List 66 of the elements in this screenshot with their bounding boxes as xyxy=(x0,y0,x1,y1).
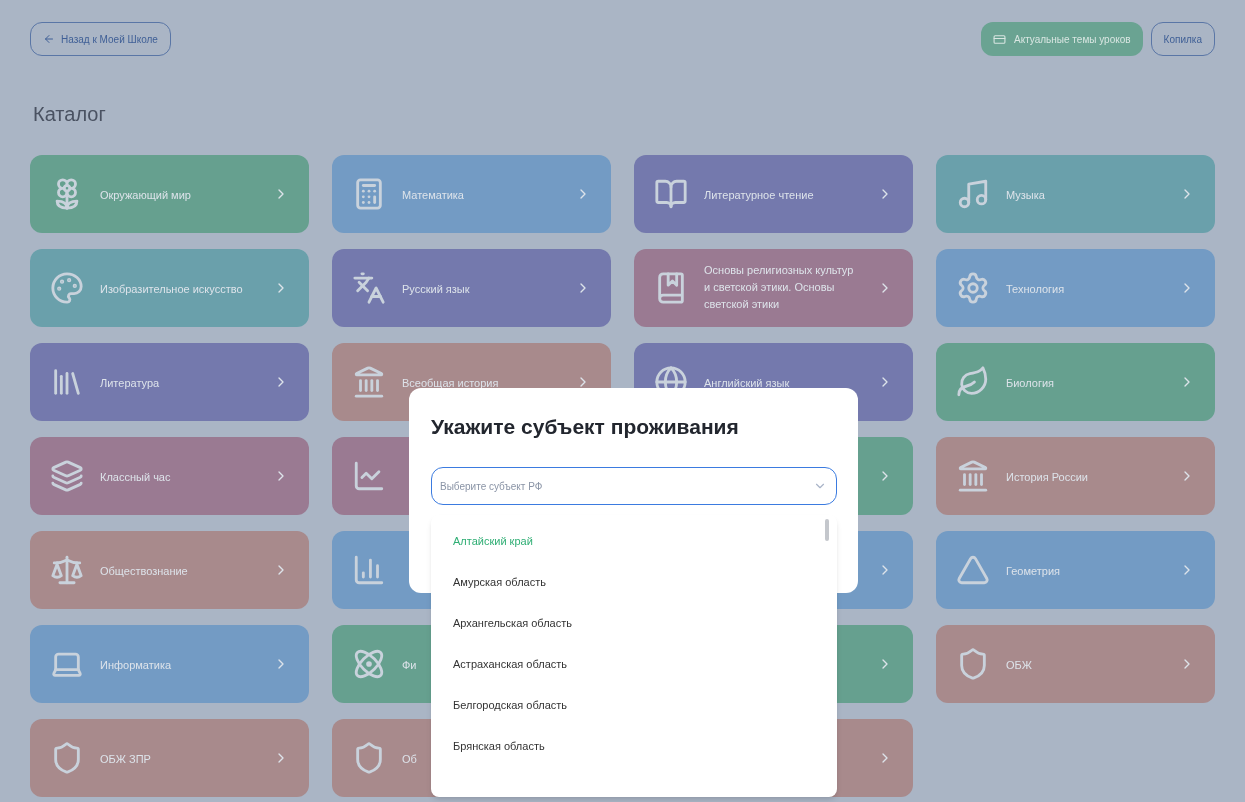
topics-button[interactable]: Актуальные темы уроков xyxy=(980,22,1143,56)
dropdown-option[interactable]: Белгородская область xyxy=(453,696,568,715)
piggy-bank-button[interactable]: Копилка xyxy=(1150,22,1215,56)
subject-card[interactable]: Основы религиозных культур и светской этики. Основы светской этики xyxy=(634,249,913,327)
page-title: Каталог xyxy=(32,104,107,124)
scrollbar[interactable] xyxy=(825,519,829,541)
columns-icon xyxy=(956,459,990,493)
back-button[interactable]: Назад к Моей Школе xyxy=(30,22,171,56)
dropdown-option[interactable]: Астраханская область xyxy=(453,655,568,674)
atom-icon xyxy=(352,647,386,681)
subject-card[interactable]: Русский язык xyxy=(332,249,611,327)
subject-card[interactable]: ОБЖ ЗПР xyxy=(30,719,309,797)
book-icon xyxy=(654,177,688,211)
music-note-icon xyxy=(956,177,990,211)
subject-label: Обществознание xyxy=(100,564,188,579)
subject-label: Изобразительное искусство xyxy=(100,282,243,297)
leaf-icon xyxy=(956,365,990,399)
subject-card[interactable]: Технология xyxy=(936,249,1215,327)
scales-icon xyxy=(50,553,84,587)
subject-label: Литературное чтение xyxy=(704,188,814,203)
subject-label: Всеобщая история xyxy=(402,376,499,391)
subject-label: Информатика xyxy=(100,658,172,673)
subject-card[interactable]: Изобразительное искусство xyxy=(30,249,309,327)
dropdown-option[interactable]: Брянская область xyxy=(453,737,545,756)
dropdown-option[interactable]: Алтайский край xyxy=(453,532,533,551)
subject-label: Классный час xyxy=(100,470,171,485)
subject-card[interactable]: Литературное чтение xyxy=(634,155,913,233)
subject-card[interactable]: Классный час xyxy=(30,437,309,515)
subject-card[interactable]: Информатика xyxy=(30,625,309,703)
triangle-icon xyxy=(956,553,990,587)
subject-card[interactable]: Литература xyxy=(30,343,309,421)
subject-label: Музыка xyxy=(1006,188,1045,203)
subject-card[interactable]: Музыка xyxy=(936,155,1215,233)
region-select[interactable]: Выберите субъект РФ xyxy=(431,467,837,505)
subject-card[interactable]: Математика xyxy=(332,155,611,233)
layers-icon xyxy=(50,459,84,493)
subject-label: Основы религиозных культур и светской этики. Основы светской этики xyxy=(704,262,855,312)
dropdown-option[interactable]: Амурская область xyxy=(453,573,546,592)
gear-icon xyxy=(956,271,990,305)
subject-label: Геометрия xyxy=(1006,564,1061,579)
subject-card[interactable]: Обществознание xyxy=(30,531,309,609)
subject-card[interactable]: Биология xyxy=(936,343,1215,421)
subject-label: ОБЖ xyxy=(1006,658,1032,673)
subject-label: Фи xyxy=(402,658,417,673)
bar-chart-icon xyxy=(352,553,386,587)
columns-icon xyxy=(352,365,386,399)
arrow-left-icon xyxy=(43,33,55,45)
dropdown-option[interactable]: Архангельская область xyxy=(453,614,572,633)
languages-icon xyxy=(352,271,386,305)
subject-label: Русский язык xyxy=(402,282,470,297)
subject-label: Биология xyxy=(1006,376,1054,391)
subject-card[interactable]: История России xyxy=(936,437,1215,515)
subject-label: История России xyxy=(1006,470,1088,485)
subject-card[interactable]: ОБЖ xyxy=(936,625,1215,703)
subject-label: Окружающий мир xyxy=(100,188,191,203)
subject-label: Технология xyxy=(1006,282,1065,297)
subject-card[interactable]: Геометрия xyxy=(936,531,1215,609)
line-chart-icon xyxy=(352,459,386,493)
subject-label: ОБЖ ЗПР xyxy=(100,752,151,767)
subject-label: Математика xyxy=(402,188,464,203)
subject-card[interactable]: Окружающий мир xyxy=(30,155,309,233)
card-icon xyxy=(992,32,1006,46)
subject-label: Литература xyxy=(100,376,160,391)
subject-label: Об xyxy=(402,752,417,767)
palette-icon xyxy=(50,271,84,305)
subject-label: Английский язык xyxy=(704,376,790,391)
